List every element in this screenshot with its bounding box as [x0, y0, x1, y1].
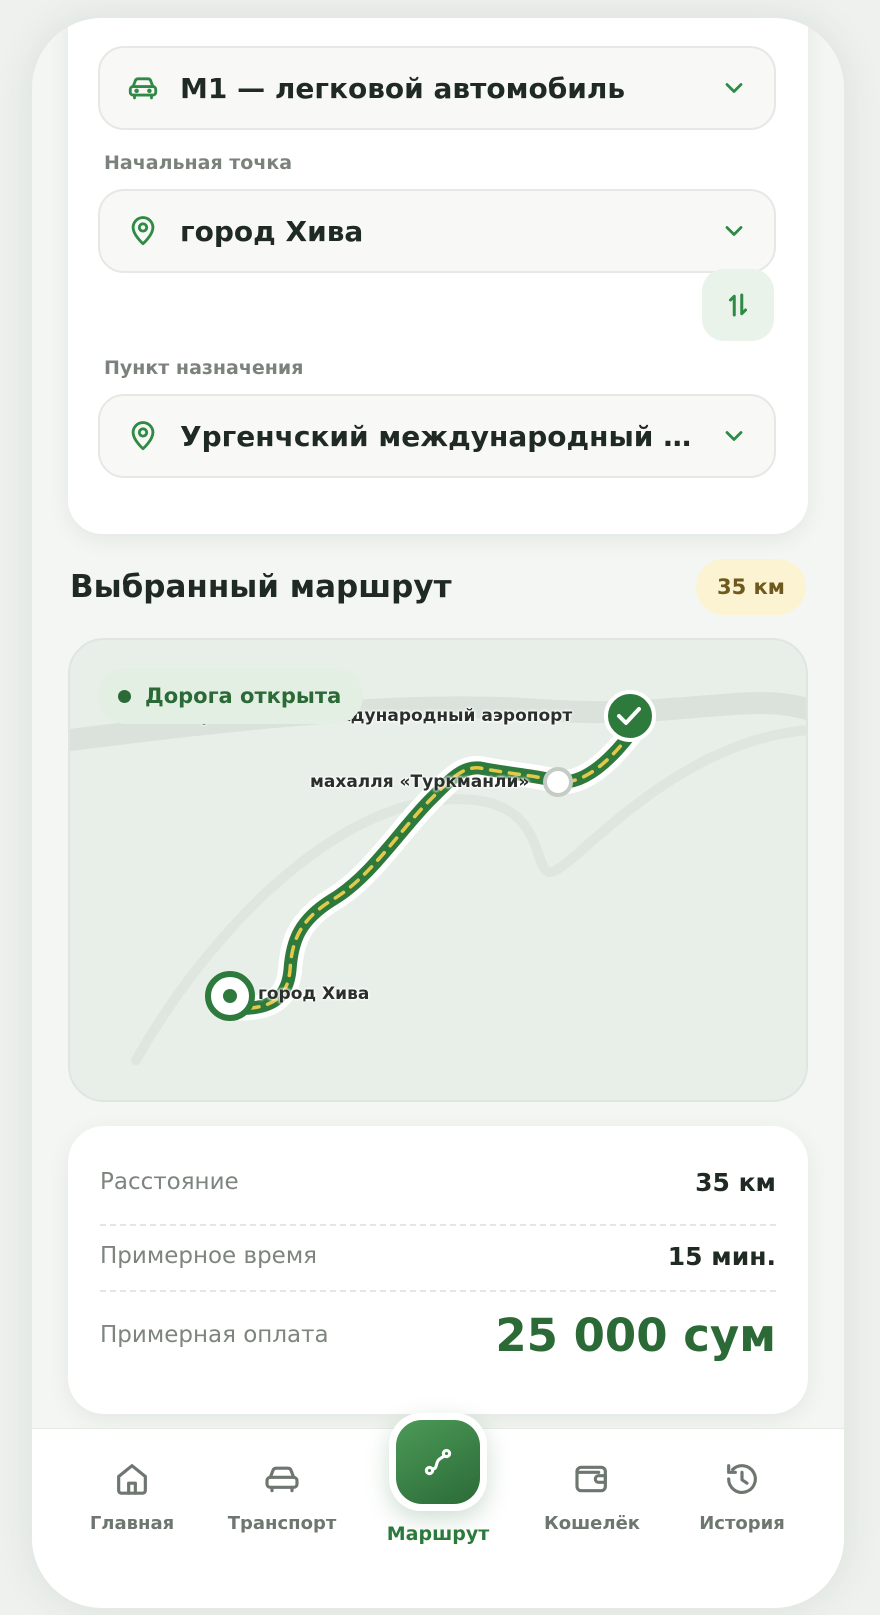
history-icon — [727, 1464, 757, 1494]
distance-badge: 35 км — [696, 559, 806, 615]
destination-label: Пункт назначения — [104, 357, 304, 379]
route-icon — [424, 1448, 452, 1476]
nav-item-history[interactable]: История — [672, 1459, 812, 1559]
location-pin-icon — [126, 214, 160, 248]
divider — [100, 1290, 776, 1292]
car-icon — [126, 71, 160, 105]
app-screen: M1 — легковой автомобиль Начальная точка… — [32, 18, 844, 1608]
route-map[interactable]: Ургенчский международный аэропорт махалл… — [68, 638, 808, 1102]
wallet-icon — [575, 1465, 607, 1493]
distance-label: Расстояние — [100, 1169, 239, 1195]
status-dot — [118, 689, 131, 703]
end-marker — [604, 690, 656, 742]
nav-item-transport[interactable]: Транспорт — [212, 1459, 352, 1559]
section-title: Выбранный маршрут — [70, 569, 452, 605]
nav-label: Кошелёк — [543, 1513, 640, 1534]
map-label-via: махалля «Туркманли» — [310, 772, 530, 792]
price-label: Примерная оплата — [100, 1322, 329, 1348]
chevron-down-icon — [725, 226, 743, 236]
nav-label: Транспорт — [227, 1513, 337, 1534]
nav-item-route[interactable]: Маршрут — [348, 1413, 528, 1553]
route-fab[interactable] — [389, 1413, 487, 1511]
location-pin-icon — [126, 419, 160, 453]
road-status-badge: Дорога открыта — [98, 668, 364, 724]
route-form-card: M1 — легковой автомобиль Начальная точка… — [68, 18, 808, 534]
nav-item-home[interactable]: Главная — [62, 1459, 202, 1559]
car-icon — [265, 1466, 299, 1493]
vehicle-value: M1 — легковой автомобиль — [180, 71, 626, 105]
start-label: Начальная точка — [104, 152, 293, 174]
bottom-nav: Главная Транспорт Маршрут Кошелёк Истори… — [32, 1413, 844, 1608]
nav-label: История — [699, 1513, 785, 1534]
home-icon — [117, 1464, 147, 1495]
distance-value: 35 км — [695, 1167, 776, 1197]
swap-vertical-icon — [729, 293, 747, 317]
time-label: Примерное время — [100, 1243, 318, 1269]
time-row: Примерное время 15 мин. — [100, 1226, 776, 1286]
destination-select[interactable]: Ургенчский международный аэропорт — [98, 394, 776, 478]
time-value: 15 мин. — [667, 1241, 776, 1271]
destination-value: Ургенчский международный аэропорт — [180, 419, 706, 453]
nav-label: Главная — [89, 1513, 175, 1534]
start-marker — [205, 971, 255, 1021]
road-status-text: Дорога открыта — [145, 684, 342, 708]
price-row: Примерная оплата 25 000 сум — [100, 1300, 776, 1370]
route-summary-card: Расстояние 35 км Примерное время 15 мин.… — [68, 1126, 808, 1414]
swap-points-button[interactable] — [702, 269, 774, 341]
chevron-down-icon — [725, 431, 743, 441]
via-marker — [543, 767, 573, 797]
map-label-start: город Хива — [258, 984, 370, 1004]
nav-item-wallet[interactable]: Кошелёк — [522, 1459, 662, 1559]
nav-label: Маршрут — [386, 1523, 490, 1545]
distance-row: Расстояние 35 км — [100, 1162, 776, 1202]
start-value: город Хива — [180, 214, 364, 248]
start-select[interactable]: город Хива — [98, 189, 776, 273]
vehicle-select[interactable]: M1 — легковой автомобиль — [98, 46, 776, 130]
chevron-down-icon — [725, 83, 743, 93]
price-value: 25 000 сум — [495, 1308, 776, 1362]
